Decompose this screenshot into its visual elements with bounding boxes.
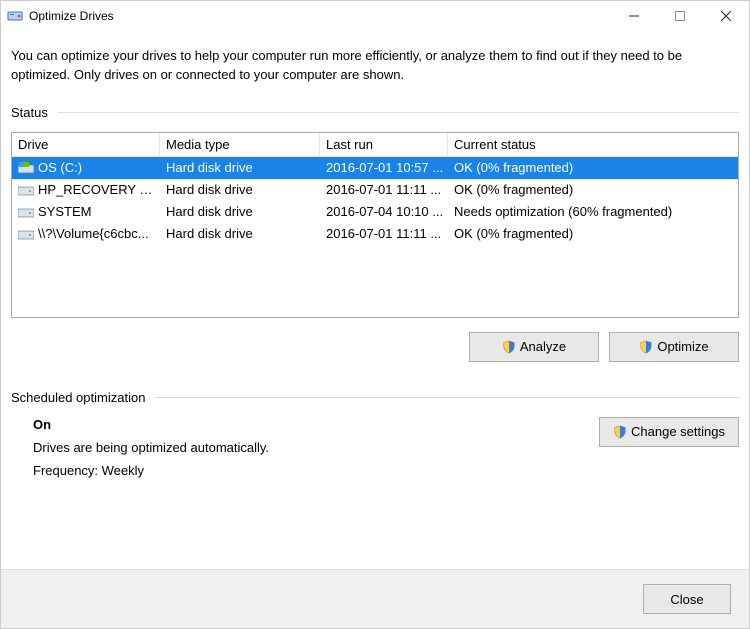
list-header: Drive Media type Last run Current status (12, 133, 738, 157)
window-controls (611, 1, 749, 31)
analyze-label: Analyze (520, 339, 566, 354)
scheduled-section: Scheduled optimization On Drives are bei… (11, 390, 739, 478)
close-dialog-button[interactable]: Close (643, 584, 731, 614)
window-title: Optimize Drives (29, 9, 611, 23)
scheduled-on: On (33, 417, 599, 432)
cell-run: 2016-07-01 11:11 ... (320, 182, 448, 197)
action-buttons-row: Analyze Optimize (11, 332, 739, 362)
footer: Close (1, 569, 749, 628)
table-row[interactable]: HP_RECOVERY (D:)Hard disk drive2016-07-0… (12, 179, 738, 201)
table-row[interactable]: OS (C:)Hard disk drive2016-07-01 10:57 .… (12, 157, 738, 179)
cell-drive: SYSTEM (12, 204, 160, 219)
drives-list[interactable]: Drive Media type Last run Current status… (11, 132, 739, 318)
optimize-button[interactable]: Optimize (609, 332, 739, 362)
status-label: Status (11, 105, 58, 120)
scheduled-section-header: Scheduled optimization (11, 390, 739, 405)
col-status[interactable]: Current status (448, 133, 738, 157)
cell-status: OK (0% fragmented) (448, 226, 738, 241)
shield-icon (639, 340, 653, 354)
change-settings-button[interactable]: Change settings (599, 417, 739, 447)
analyze-button[interactable]: Analyze (469, 332, 599, 362)
app-icon (7, 8, 23, 24)
content-area: You can optimize your drives to help you… (1, 31, 749, 569)
table-row[interactable]: \\?\Volume{c6cbc...Hard disk drive2016-0… (12, 223, 738, 245)
cell-status: OK (0% fragmented) (448, 182, 738, 197)
shield-icon (613, 425, 627, 439)
minimize-button[interactable] (611, 1, 657, 31)
close-label: Close (670, 592, 703, 607)
cell-drive: HP_RECOVERY (D:) (12, 182, 160, 197)
col-run[interactable]: Last run (320, 133, 448, 157)
scheduled-text1: Drives are being optimized automatically… (33, 440, 599, 455)
cell-media: Hard disk drive (160, 204, 320, 219)
cell-drive: OS (C:) (12, 160, 160, 175)
col-media[interactable]: Media type (160, 133, 320, 157)
scheduled-label: Scheduled optimization (11, 390, 155, 405)
cell-status: Needs optimization (60% fragmented) (448, 204, 738, 219)
maximize-button[interactable] (657, 1, 703, 31)
cell-media: Hard disk drive (160, 182, 320, 197)
scheduled-text2: Frequency: Weekly (33, 463, 599, 478)
titlebar: Optimize Drives (1, 1, 749, 31)
optimize-label: Optimize (657, 339, 708, 354)
cell-run: 2016-07-01 11:11 ... (320, 226, 448, 241)
status-section-header: Status (11, 105, 739, 120)
cell-media: Hard disk drive (160, 226, 320, 241)
cell-drive: \\?\Volume{c6cbc... (12, 226, 160, 241)
col-drive[interactable]: Drive (12, 133, 160, 157)
shield-icon (502, 340, 516, 354)
description-text: You can optimize your drives to help you… (11, 47, 739, 85)
scheduled-info: On Drives are being optimized automatica… (33, 417, 599, 478)
close-button[interactable] (703, 1, 749, 31)
change-settings-label: Change settings (631, 424, 725, 439)
cell-media: Hard disk drive (160, 160, 320, 175)
cell-run: 2016-07-01 10:57 ... (320, 160, 448, 175)
cell-status: OK (0% fragmented) (448, 160, 738, 175)
optimize-drives-window: Optimize Drives You can optimize your dr… (0, 0, 750, 629)
cell-run: 2016-07-04 10:10 ... (320, 204, 448, 219)
table-row[interactable]: SYSTEMHard disk drive2016-07-04 10:10 ..… (12, 201, 738, 223)
